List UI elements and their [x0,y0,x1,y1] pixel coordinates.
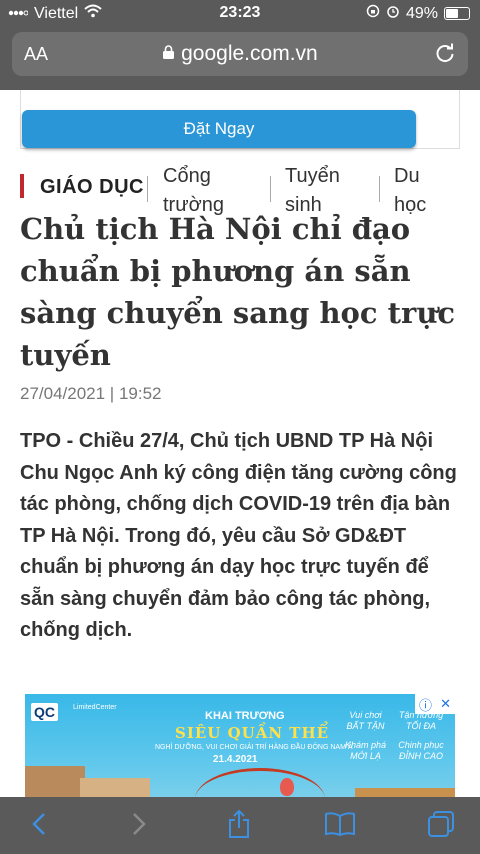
ad-logo-sub: LimitedCenter [73,704,117,711]
nav-separator [147,176,148,202]
roller-coaster-graphic [195,768,325,797]
ad-tag-3: Khám phá MỚI LẠ [344,740,387,761]
url-domain-text: google.com.vn [181,42,318,65]
address-bar[interactable]: AA google.com.vn [12,32,468,76]
battery-icon [444,7,470,20]
book-now-button[interactable]: Đặt Ngay [22,110,416,148]
nav-separator [270,176,271,202]
ad-logo: QC [31,703,58,721]
lock-icon [162,42,181,65]
section-title[interactable]: GIÁO DỤC [40,176,144,199]
nav-separator [379,176,380,202]
battery-level [446,9,458,18]
ad-tag-4: Chinh phục ĐỈNH CAO [398,740,444,761]
rotation-lock-icon [366,4,380,23]
article-date: 27/04/2021 | 19:52 [20,384,162,403]
article-headline: Chủ tịch Hà Nội chỉ đạo chuẩn bị phương … [20,212,456,372]
banner-ad[interactable]: QC LimitedCenter ⓘ ✕ KHAI TRƯƠNG SIÊU QU… [25,694,455,797]
bookmarks-icon[interactable] [323,809,357,839]
tabs-icon[interactable] [424,809,458,839]
article-lead: TPO - Chiều 27/4, Chủ tịch UBND TP Hà Nộ… [20,430,457,641]
building-graphic [80,778,150,797]
alarm-icon [386,4,400,23]
page-content: Đặt Ngay GIÁO DỤC Cổng trường Tuyển sinh… [0,90,480,797]
ad-line-3: NGHỈ DƯỠNG, VUI CHƠI GIẢI TRÍ HÀNG ĐẦU Đ… [155,744,353,751]
section-marker [20,174,24,198]
ad-date: 21.4.2021 [213,754,258,765]
browser-top-chrome: Viettel 23:23 49% AA google.com.vn [0,0,480,90]
battery-percent: 49% [405,4,438,22]
balloon-graphic [280,778,294,796]
status-indicators: 49% [366,4,470,23]
building-graphic [355,788,455,797]
back-icon[interactable] [22,809,56,839]
url-domain[interactable]: google.com.vn [12,42,468,66]
ad-tag-1: Vui chơi BẤT TẬN [346,710,385,731]
browser-toolbar [0,797,480,854]
ad-line-1: KHAI TRƯƠNG [205,710,285,722]
ad-line-2: SIÊU QUẦN THỂ [175,724,330,742]
forward-icon[interactable] [122,809,156,839]
status-bar: Viettel 23:23 49% [0,0,480,26]
ad-tag-2: Tận hưởng TỐI ĐA [398,710,444,731]
building-graphic [25,766,85,797]
reload-icon[interactable] [434,42,456,69]
share-icon[interactable] [222,809,256,839]
